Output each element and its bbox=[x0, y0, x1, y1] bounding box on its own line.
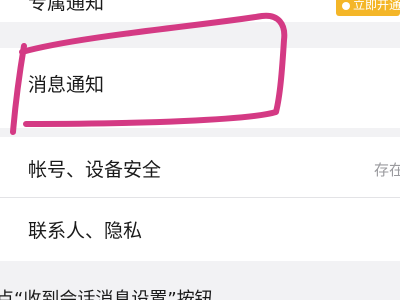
badge-icon bbox=[342, 1, 350, 10]
contacts-privacy-item[interactable]: 联系人、隐私 bbox=[0, 198, 400, 261]
settings-screen: 专属通知 立即开通 消息通知 帐号、设备安全 存在 联系人、隐私 点“收到会话消… bbox=[0, 0, 400, 300]
badge-text: 立即开通 bbox=[353, 0, 400, 12]
contacts-privacy-label: 联系人、隐私 bbox=[28, 220, 143, 242]
account-security-status: 存在 bbox=[374, 161, 400, 179]
message-notifications-label: 消息通知 bbox=[28, 74, 105, 96]
message-notifications-item[interactable]: 消息通知 bbox=[0, 48, 400, 128]
partial-row-label: 专属通知 bbox=[28, 0, 105, 14]
partial-settings-row[interactable]: 专属通知 立即开通 bbox=[0, 0, 400, 22]
instruction-caption: 点“收到会话消息设置”按钮 bbox=[0, 289, 213, 300]
account-device-security-label: 帐号、设备安全 bbox=[28, 159, 162, 181]
vip-badge[interactable]: 立即开通 bbox=[336, 0, 400, 16]
account-device-security-item[interactable]: 帐号、设备安全 存在 bbox=[0, 137, 400, 197]
